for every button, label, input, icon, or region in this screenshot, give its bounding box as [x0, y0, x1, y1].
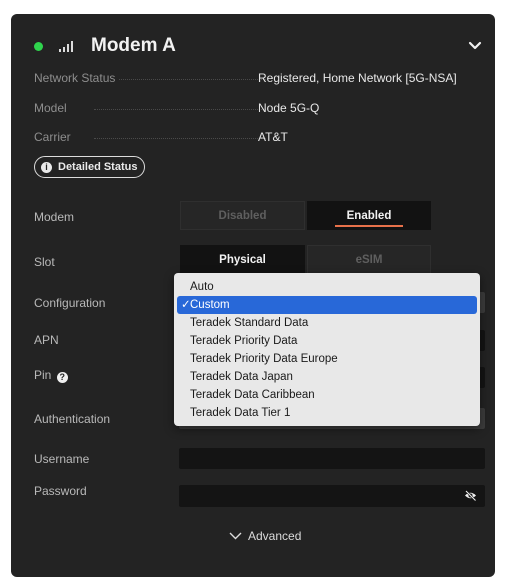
advanced-label: Advanced — [248, 529, 302, 543]
info-label: Model — [34, 99, 71, 117]
dropdown-option[interactable]: Teradek Data Caribbean — [174, 386, 480, 404]
option-label: Auto — [190, 281, 214, 293]
selected-underline — [335, 225, 403, 227]
advanced-toggle[interactable]: Advanced — [229, 529, 301, 543]
dropdown-option[interactable]: Teradek Standard Data — [174, 314, 480, 332]
apn-label: APN — [34, 333, 59, 347]
option-label: Teradek Priority Data — [190, 335, 298, 347]
modem-header[interactable]: Modem A — [11, 34, 495, 62]
info-value: Registered, Home Network [5G-NSA] — [258, 71, 457, 85]
configuration-label: Configuration — [34, 296, 106, 310]
slot-physical-button[interactable]: Physical — [180, 245, 305, 274]
option-label: Teradek Data Tier 1 — [190, 407, 291, 419]
dropdown-option[interactable]: Teradek Priority Data — [174, 332, 480, 350]
modem-label: Modem — [34, 210, 75, 224]
leader-dots — [94, 109, 266, 110]
info-label: Carrier — [34, 128, 75, 146]
username-input[interactable] — [179, 448, 485, 469]
info-row-carrier: Carrier AT&T — [34, 128, 476, 146]
eye-slash-icon[interactable] — [464, 490, 477, 501]
password-input[interactable] — [179, 485, 485, 507]
option-label: Teradek Priority Data Europe — [190, 353, 338, 365]
dropdown-option[interactable]: Auto — [174, 278, 480, 296]
pin-label-row: Pin ? — [34, 367, 68, 383]
help-icon[interactable]: ? — [56, 372, 68, 383]
dropdown-option[interactable]: Teradek Data Tier 1 — [174, 404, 480, 422]
checkmark-icon: ✓ — [181, 299, 191, 311]
leader-dots — [94, 79, 266, 80]
password-label: Password — [34, 484, 87, 498]
modem-enabled-button[interactable]: Enabled — [307, 201, 431, 230]
info-label: Network Status — [34, 69, 120, 87]
modem-title: Modem A — [91, 35, 176, 56]
authentication-label: Authentication — [34, 412, 111, 426]
detailed-status-button[interactable]: i Detailed Status — [34, 156, 146, 178]
segment-label: eSIM — [355, 253, 383, 266]
info-row-model: Model Node 5G-Q — [34, 99, 476, 117]
info-icon: i — [41, 161, 52, 173]
pin-label: Pin — [34, 368, 52, 382]
leader-dots — [94, 138, 266, 139]
segment-label: Disabled — [218, 209, 267, 222]
segment-label: Physical — [219, 253, 266, 266]
status-dot — [34, 42, 43, 51]
dropdown-option[interactable]: Teradek Priority Data Europe — [174, 350, 480, 368]
modem-disabled-button[interactable]: Disabled — [180, 201, 305, 230]
info-value: AT&T — [258, 130, 288, 144]
option-label: Teradek Data Japan — [190, 371, 293, 383]
signal-bars-icon — [59, 40, 73, 52]
slot-label: Slot — [34, 255, 55, 269]
configuration-dropdown-menu: Auto ✓ Custom Teradek Standard Data Tera… — [174, 273, 480, 426]
dropdown-option-selected[interactable]: ✓ Custom — [177, 296, 477, 314]
option-label: Teradek Standard Data — [190, 317, 309, 329]
slot-esim-button[interactable]: eSIM — [307, 245, 431, 274]
detailed-status-label: Detailed Status — [58, 161, 138, 173]
dropdown-option[interactable]: Teradek Data Japan — [174, 368, 480, 386]
chevron-down-icon[interactable] — [467, 38, 483, 54]
option-label: Teradek Data Caribbean — [190, 389, 315, 401]
segment-label: Enabled — [346, 209, 392, 222]
info-row-network-status: Network Status Registered, Home Network … — [34, 69, 476, 87]
option-label: Custom — [190, 299, 230, 311]
info-value: Node 5G-Q — [258, 101, 320, 115]
chevron-down-icon — [229, 532, 242, 540]
username-label: Username — [34, 452, 90, 466]
